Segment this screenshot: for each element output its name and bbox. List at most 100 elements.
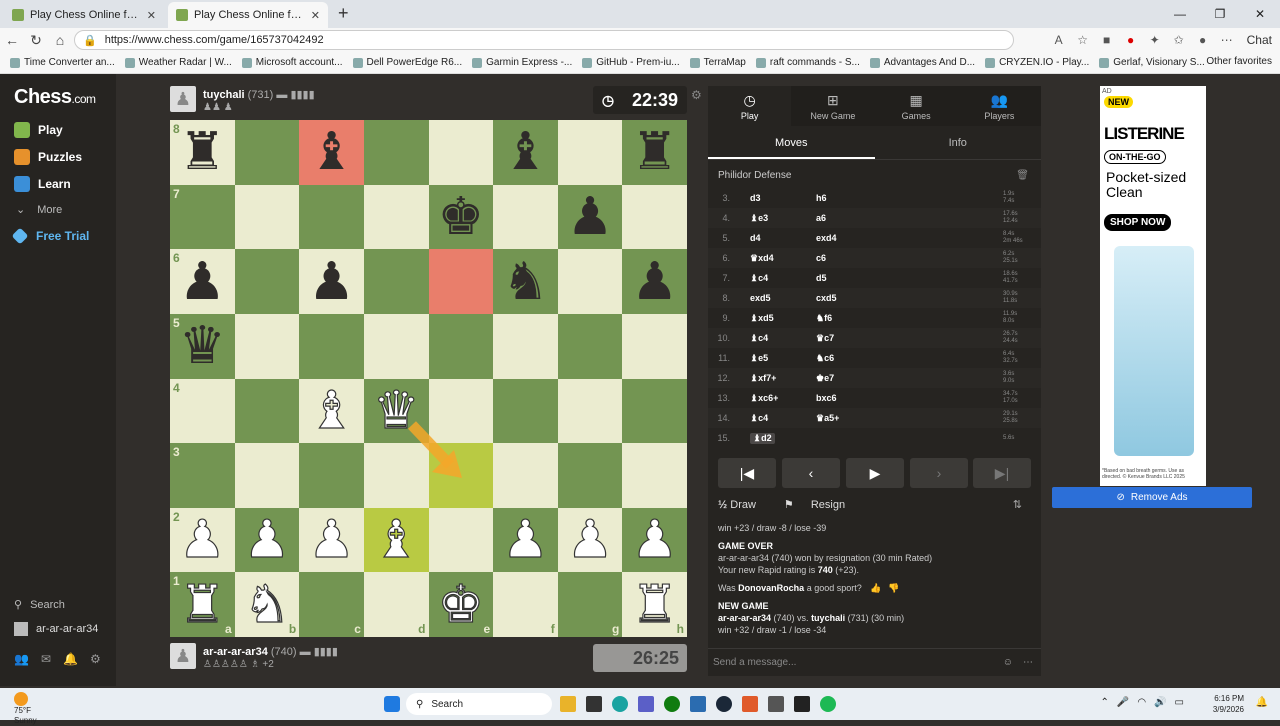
bookmark-item[interactable]: TerraMap xyxy=(689,57,746,68)
square-d6[interactable] xyxy=(363,249,429,314)
square-e3[interactable] xyxy=(428,443,494,508)
trash-icon[interactable]: 🗑 xyxy=(1016,170,1029,181)
square-b2[interactable]: ♟ xyxy=(234,507,300,573)
black-move[interactable]: h6 xyxy=(816,193,827,203)
battery-icon[interactable]: ▭ xyxy=(1175,697,1184,708)
square-h8[interactable]: ♜ xyxy=(622,120,687,185)
square-f5[interactable] xyxy=(493,313,558,379)
bookmark-item[interactable]: CRYZEN.IO - Play... xyxy=(985,57,1089,68)
white-move[interactable]: ♝xf7+ xyxy=(750,373,776,384)
black-move[interactable]: ♛a5+ xyxy=(816,413,839,424)
square-f6[interactable]: ♞ xyxy=(493,249,558,314)
square-e1[interactable]: e ♚ xyxy=(428,572,494,637)
square-g4[interactable] xyxy=(557,378,623,444)
epic-games-icon[interactable] xyxy=(586,696,602,712)
chat-input[interactable]: Send a message... ☺ ⋯ xyxy=(708,648,1041,676)
square-g2[interactable]: ♟ xyxy=(557,507,623,573)
white-move[interactable]: ♝xd5 xyxy=(750,313,774,324)
white-move[interactable]: ♝c4 xyxy=(750,273,768,284)
square-f3[interactable] xyxy=(493,443,558,508)
square-a3[interactable]: 3 xyxy=(170,443,235,508)
close-window-icon[interactable]: ✕ xyxy=(1240,0,1280,28)
square-d8[interactable] xyxy=(363,120,429,185)
advertisement[interactable]: AD NEW LISTERINE ON-THE-GO Pocket-sized … xyxy=(1100,86,1206,486)
bookmark-item[interactable]: Time Converter an... xyxy=(10,57,115,68)
black-pawn-piece[interactable]: ♟ xyxy=(631,256,678,308)
black-rook-piece[interactable]: ♜ xyxy=(179,126,226,178)
nav-learn[interactable]: Learn xyxy=(14,176,71,192)
nav-more[interactable]: ⌄ More xyxy=(14,203,62,217)
edge-icon[interactable] xyxy=(612,696,628,712)
more-options-icon[interactable]: ⋯ xyxy=(1023,657,1033,668)
white-pawn-piece[interactable]: ♟ xyxy=(631,513,679,566)
square-b5[interactable] xyxy=(234,313,300,379)
white-move[interactable]: d3 xyxy=(750,193,761,203)
next-move-button[interactable]: › xyxy=(910,458,968,488)
shop-now-button[interactable]: SHOP NOW xyxy=(1104,214,1172,231)
top-player-name[interactable]: tuychali (731) ▬ ▮▮▮▮ xyxy=(203,88,315,101)
wifi-icon[interactable]: ◠ xyxy=(1137,697,1146,708)
tab-play[interactable]: ◷ Play xyxy=(708,86,792,126)
bookmark-item[interactable]: Garmin Express -... xyxy=(472,57,572,68)
square-b3[interactable] xyxy=(234,443,300,508)
copilot-chat-button[interactable]: Chat xyxy=(1239,33,1280,47)
previous-move-button[interactable]: ‹ xyxy=(782,458,840,488)
square-a8[interactable]: 8 ♜ xyxy=(170,120,235,185)
bookmark-item[interactable]: Dell PowerEdge R6... xyxy=(352,57,462,68)
white-knight-piece[interactable]: ♞ xyxy=(243,578,291,631)
square-b7[interactable] xyxy=(234,184,300,250)
nav-puzzles[interactable]: Puzzles xyxy=(14,149,82,165)
messages-icon[interactable]: ✉ xyxy=(41,652,51,666)
home-icon[interactable]: ⌂ xyxy=(48,32,72,48)
app-icon[interactable] xyxy=(742,696,758,712)
square-e6[interactable] xyxy=(428,249,494,314)
taskbar-search[interactable]: ⚲ Search xyxy=(406,693,552,715)
square-d3[interactable] xyxy=(363,443,429,508)
square-a2[interactable]: 2 ♟ xyxy=(170,507,235,573)
draw-button[interactable]: ½ Draw xyxy=(718,499,770,511)
resign-button[interactable]: ⚑ Resign xyxy=(784,498,859,511)
store-icon[interactable] xyxy=(690,696,706,712)
square-c3[interactable] xyxy=(299,443,364,508)
white-move[interactable]: ♝e5 xyxy=(750,353,768,364)
back-icon[interactable]: ← xyxy=(0,32,24,48)
black-bishop-piece[interactable]: ♝ xyxy=(502,126,549,178)
square-g1[interactable]: g xyxy=(557,572,623,637)
refresh-icon[interactable]: ↻ xyxy=(24,32,48,49)
square-a7[interactable]: 7 xyxy=(170,184,235,250)
teams-icon[interactable] xyxy=(638,696,654,712)
restore-icon[interactable]: ❐ xyxy=(1200,0,1240,28)
mic-icon[interactable]: 🎤 xyxy=(1117,697,1129,708)
first-move-button[interactable]: |◀ xyxy=(718,458,776,488)
square-g6[interactable] xyxy=(557,249,623,314)
xbox-icon[interactable] xyxy=(664,696,680,712)
square-e2[interactable] xyxy=(428,507,494,573)
url-field[interactable]: 🔒 https://www.chess.com/game/16573704249… xyxy=(74,30,1014,50)
tab-players[interactable]: 👥 Players xyxy=(957,86,1041,126)
bookmark-item[interactable]: raft commands - S... xyxy=(755,57,860,68)
black-move[interactable]: a6 xyxy=(816,213,826,223)
white-pawn-piece[interactable]: ♟ xyxy=(308,513,356,566)
flip-board-icon[interactable]: ⇅ xyxy=(1013,498,1022,511)
menu-dots-icon[interactable]: ⋯ xyxy=(1215,33,1239,47)
spotify-icon[interactable] xyxy=(820,696,836,712)
square-e7[interactable]: ♚ xyxy=(428,184,494,250)
weather-widget[interactable]: 75°F Sunny xyxy=(14,692,37,726)
square-d7[interactable] xyxy=(363,184,429,250)
square-d1[interactable]: d xyxy=(363,572,429,637)
black-move[interactable]: cxd5 xyxy=(816,293,837,303)
avatar[interactable]: ♟ xyxy=(170,86,196,112)
square-b4[interactable] xyxy=(234,378,300,444)
white-move[interactable]: ♝c4 xyxy=(750,333,768,344)
bookmark-item[interactable]: Gerlaf, Visionary S... xyxy=(1099,57,1205,68)
last-move-button[interactable]: ▶| xyxy=(973,458,1031,488)
square-c2[interactable]: ♟ xyxy=(299,507,364,573)
square-g3[interactable] xyxy=(557,443,623,508)
square-b8[interactable] xyxy=(234,120,300,185)
black-move[interactable]: ♞c6 xyxy=(816,353,834,364)
friends-icon[interactable]: 👥 xyxy=(14,652,29,666)
square-e4[interactable] xyxy=(428,378,494,444)
subtab-moves[interactable]: Moves xyxy=(708,132,875,159)
close-tab-icon[interactable]: ✕ xyxy=(311,9,320,22)
chess-com-logo[interactable]: Chess.com xyxy=(14,86,96,109)
